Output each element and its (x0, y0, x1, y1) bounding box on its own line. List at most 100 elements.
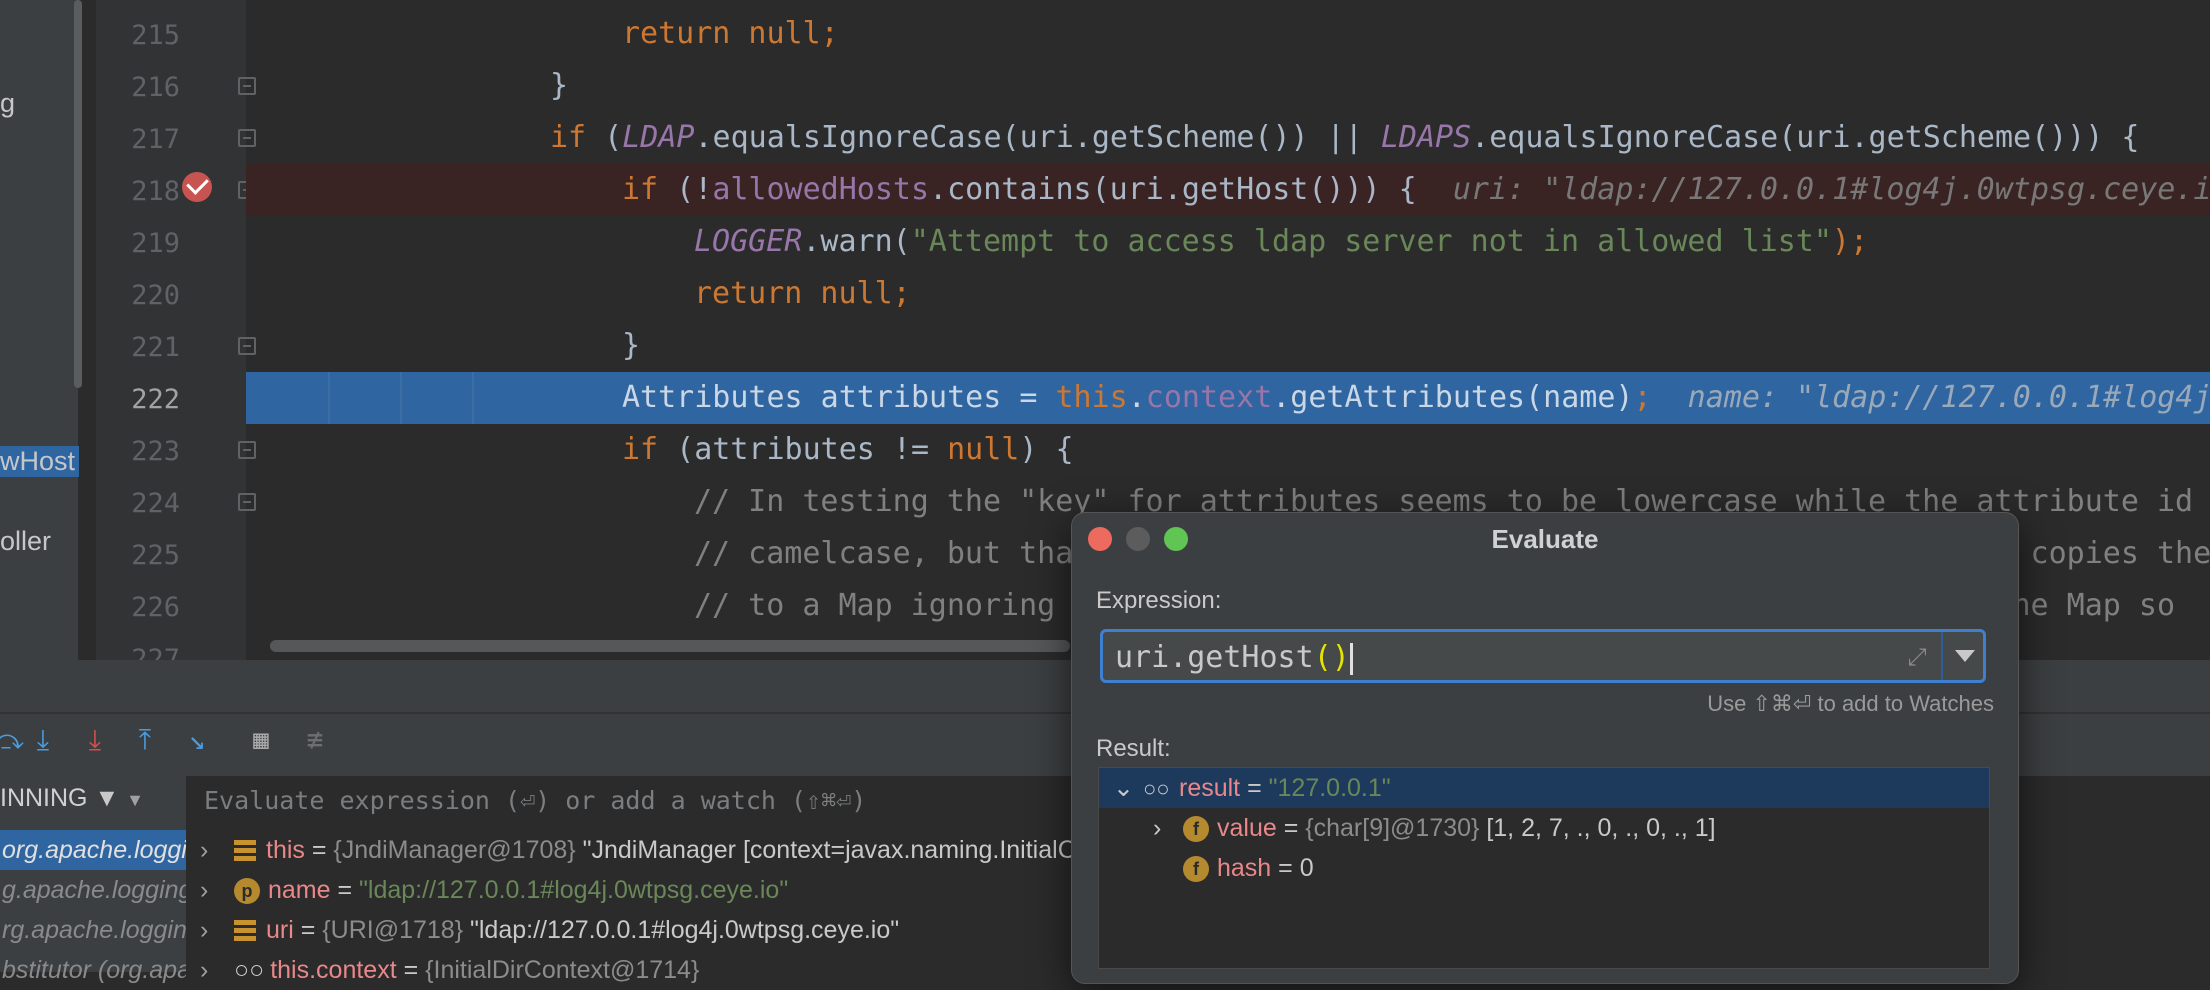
variable-row[interactable]: › p name = "ldap://127.0.0.1#log4j.0wtpsg.… (200, 870, 788, 910)
line-number: 216 (131, 72, 180, 103)
project-tree-item-selected[interactable]: wHost (0, 446, 80, 477)
result-tree[interactable]: ⌄ ○○ result = "127.0.0.1" › f value = {char[… (1098, 767, 1990, 969)
close-window-button[interactable] (1088, 527, 1112, 551)
inline-value-hint: uri: "ldap://127.0.0.1#log4j.0wtpsg.ceye… (1452, 172, 2210, 207)
chevron-right-icon[interactable]: › (1153, 808, 1173, 848)
indent-guide (328, 372, 330, 424)
result-type: {char[9]@1730} (1305, 814, 1480, 842)
variable-type: {URI@1718} (322, 916, 464, 944)
breakpoint-icon[interactable] (182, 172, 212, 202)
code-token: .contains(uri.getHost())) { (929, 172, 1417, 207)
expression-input[interactable]: uri.getHost() (1115, 640, 1353, 675)
line-number-current: 222 (131, 384, 180, 415)
code-line-223: if (attributes != null) { (246, 424, 2210, 476)
evaluate-expression-icon[interactable]: ▦ (246, 722, 276, 758)
project-tree-item[interactable]: oller (0, 526, 51, 557)
trace-stream-icon[interactable]: ≢ (300, 722, 330, 758)
result-child-row[interactable]: f hash = 0 (1099, 848, 1989, 888)
line-number: 224 (131, 488, 180, 519)
code-token: Attributes attributes = (622, 380, 1056, 415)
variable-eq: = (293, 916, 323, 944)
line-number: 219 (131, 228, 180, 259)
code-token: null (947, 432, 1020, 467)
variable-eq: = (330, 876, 360, 904)
result-name: result (1179, 774, 1241, 802)
variable-row[interactable]: › ○○ this.context = {InitialDirContext@171… (200, 950, 699, 990)
code-token: LDAP (622, 120, 695, 155)
code-token: ( (586, 120, 623, 155)
code-line-215: return null; (246, 8, 2210, 60)
code-token: (! (658, 172, 713, 207)
editor-horizontal-scrollbar[interactable] (270, 640, 1070, 652)
result-eq: = (1240, 774, 1269, 802)
watch-glasses-icon: ○○ (234, 956, 265, 984)
line-number: 220 (131, 280, 180, 311)
evaluate-dialog: Evaluate Expression: uri.getHost() ⤢ Use… (1071, 512, 2019, 984)
variable-name: name (268, 876, 331, 904)
minimize-window-button[interactable] (1126, 527, 1150, 551)
code-token: } (622, 328, 641, 363)
chevron-down-icon[interactable]: ⌄ (1113, 768, 1134, 808)
code-token: return (694, 276, 803, 311)
line-number: 217 (131, 124, 180, 155)
expression-field[interactable]: uri.getHost() ⤢ (1100, 629, 1986, 683)
step-over-icon[interactable]: ⤼ (0, 722, 24, 758)
step-out-icon[interactable]: ⤒ (130, 722, 160, 758)
history-dropdown-icon[interactable] (1955, 650, 1975, 662)
result-row[interactable]: ⌄ ○○ result = "127.0.0.1" (1099, 768, 1989, 808)
result-name: value (1217, 814, 1277, 842)
filter-icon[interactable]: ▼ (94, 784, 119, 812)
variable-row[interactable]: › uri = {URI@1718} "ldap://127.0.0.1#log4… (200, 910, 899, 950)
chevron-right-icon[interactable]: › (200, 910, 220, 950)
code-token: (attributes != (658, 432, 948, 467)
breakpoint-check-icon (186, 172, 209, 195)
watch-glasses-icon: ○○ (1143, 776, 1170, 801)
line-number: 226 (131, 592, 180, 623)
code-token: null; (730, 16, 839, 51)
add-to-watches-hint: Use ⇧⌘⏎ to add to Watches (1707, 691, 1994, 716)
chevron-right-icon[interactable]: › (200, 830, 220, 870)
expand-icon[interactable]: ⤢ (1903, 644, 1931, 672)
line-number: 218 (131, 176, 180, 207)
chevron-down-icon[interactable]: ▼ (126, 790, 144, 810)
force-step-into-icon[interactable]: ⤓ (80, 722, 110, 758)
expression-parens: () (1313, 640, 1350, 675)
code-token: .warn( (802, 224, 911, 259)
step-into-icon[interactable]: ⤓ (28, 722, 58, 758)
zoom-window-button[interactable] (1164, 527, 1188, 551)
result-value: 0 (1299, 854, 1314, 882)
project-scrollbar[interactable] (74, 0, 82, 388)
thread-status: INNING ▼ ▼ (0, 784, 144, 813)
code-line-221: } (246, 320, 2210, 372)
expression-text: uri.getHost (1115, 640, 1314, 675)
code-token: LDAPS (1380, 120, 1472, 155)
frame-item-selected[interactable]: org.apache.logging.log4j.core.net.JndiMa… (0, 830, 186, 870)
frame-item[interactable]: rg.apache.logging.log4j.core (0, 910, 186, 950)
code-token: ) { (1019, 432, 1074, 467)
result-child-row[interactable]: › f value = {char[9]@1730} [1, 2, 7, ., 0,… (1099, 808, 1989, 848)
result-eq: = (1276, 814, 1306, 842)
code-token: null; (802, 276, 911, 311)
result-value: [1, 2, 7, ., 0, ., 0, ., 1] (1479, 814, 1716, 842)
code-token: . (1127, 380, 1146, 415)
chevron-right-icon[interactable]: › (200, 870, 220, 910)
code-token: LOGGER (694, 224, 803, 259)
field-f-icon: f (1183, 816, 1209, 843)
chevron-right-icon[interactable]: › (200, 950, 220, 990)
result-eq: = (1271, 854, 1300, 882)
watch-input[interactable]: Evaluate expression (⏎) or add a watch (… (204, 786, 866, 815)
run-to-cursor-icon[interactable]: ↘ (182, 722, 212, 758)
frame-item[interactable]: bstitutor (org.apache (0, 950, 186, 990)
code-line-219: LOGGER.warn("Attempt to access ldap serv… (246, 216, 2210, 268)
expression-label: Expression: (1096, 587, 1222, 614)
variable-row[interactable]: › this = {JndiManager@1708} "JndiManager … (200, 830, 1206, 870)
code-line-217: if (LDAP.equalsIgnoreCase(uri.getScheme(… (246, 112, 2210, 164)
code-token: if (622, 172, 659, 207)
project-tree-item[interactable]: g (0, 88, 15, 119)
code-token: return (622, 16, 731, 51)
frame-item[interactable]: g.apache.logging.log4j.core.lookup (0, 870, 186, 910)
code-token: "Attempt to access ldap server not in al… (910, 224, 1832, 259)
line-number: 215 (131, 20, 180, 51)
result-value: "127.0.0.1" (1268, 774, 1391, 802)
variable-value: "ldap://127.0.0.1#log4j.0wtpsg.ceye.io" (463, 916, 900, 944)
